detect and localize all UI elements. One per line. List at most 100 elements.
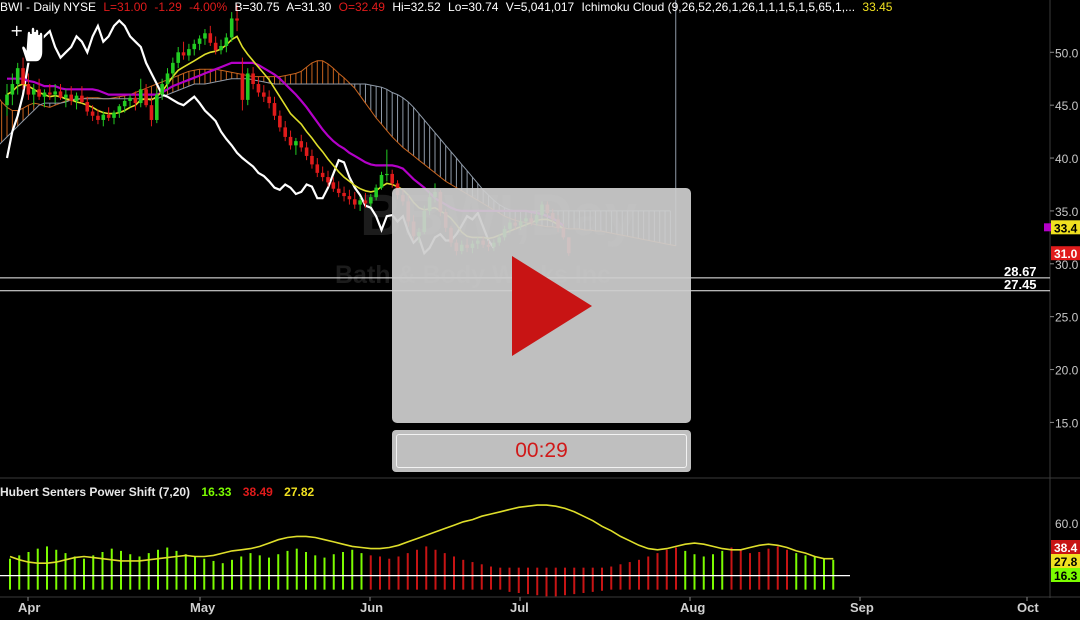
bid-price: B=30.75 <box>234 0 280 14</box>
candle-body <box>262 92 266 97</box>
candle-body <box>106 114 111 118</box>
candle-body <box>192 43 197 50</box>
play-icon[interactable] <box>512 256 592 356</box>
candle-body <box>203 33 207 39</box>
time-tick-label: Apr <box>18 600 40 615</box>
video-duration-box: 00:29 <box>392 430 691 472</box>
study-label: Ichimoku Cloud (9,26,52,26,1,26,1,1,1,5,… <box>581 0 856 14</box>
change-percent: -4.00% <box>189 0 228 14</box>
indicator-value-green: 16.33 <box>201 485 232 499</box>
time-tick-label: Jun <box>360 600 383 615</box>
candle-body <box>155 94 159 120</box>
candle-body <box>122 100 127 107</box>
candle-body <box>331 182 336 189</box>
candle-body <box>31 89 36 95</box>
candle-body <box>352 199 357 205</box>
candle-body <box>299 141 304 148</box>
candle-body <box>187 49 191 56</box>
indicator-value-yellow: 27.82 <box>284 485 315 499</box>
time-tick-label: Sep <box>850 600 874 615</box>
candle-body <box>229 18 234 38</box>
candle-body <box>374 187 378 198</box>
candle-body <box>197 38 202 44</box>
candle-body <box>385 173 389 176</box>
time-tick-label: Jul <box>510 600 529 615</box>
price-tick-label: 20.0 <box>1055 364 1079 378</box>
candle-body <box>320 172 325 178</box>
candle-body <box>101 114 106 120</box>
candle-body <box>181 52 186 56</box>
low-price: Lo=30.74 <box>448 0 499 14</box>
candle-body <box>112 112 116 118</box>
candle-body <box>315 164 320 173</box>
candle-body <box>219 45 223 51</box>
video-duration: 00:29 <box>515 439 568 462</box>
volume-value: V=5,041,017 <box>505 0 575 14</box>
price-tick-label: 35.0 <box>1055 205 1079 219</box>
candle-body <box>347 196 352 200</box>
candle-body <box>117 106 122 113</box>
candle-body <box>5 94 9 106</box>
candle-body <box>213 42 218 51</box>
high-price: Hi=32.52 <box>392 0 441 14</box>
candle-body <box>245 73 250 100</box>
video-overlay[interactable] <box>392 188 691 423</box>
candle-body <box>160 84 164 95</box>
svg-text:+: + <box>10 22 23 40</box>
candle-body <box>283 127 287 137</box>
price-tick-label: 15.0 <box>1055 416 1079 430</box>
candle-body <box>144 89 148 106</box>
candle-body <box>165 73 170 85</box>
candle-body <box>176 52 180 63</box>
candle-body <box>369 197 373 204</box>
study-value: 33.45 <box>862 0 893 14</box>
candle-body <box>53 91 57 95</box>
price-tick-label: 30.0 <box>1055 258 1079 272</box>
last-price: L=31.00 <box>103 0 148 14</box>
indicator-badge-label: 27.8 <box>1054 555 1078 569</box>
candle-body <box>64 94 68 98</box>
candle-body <box>80 95 84 102</box>
candle-body <box>326 177 330 183</box>
candle-body <box>48 92 52 95</box>
time-tick-label: May <box>190 600 216 615</box>
chart-stage: BBWI,DayBath & Body Works Inc 28.6727.45… <box>0 0 1080 620</box>
candle-body <box>37 89 41 97</box>
candle-body <box>310 155 314 165</box>
indicator-name: Hubert Senters Power Shift (7,20) <box>0 485 191 499</box>
price-tick-label: 45.0 <box>1055 99 1079 113</box>
time-tick-label: Aug <box>680 600 705 615</box>
price-tick-label: 40.0 <box>1055 152 1079 166</box>
candle-body <box>138 89 143 104</box>
candle-body <box>235 18 239 21</box>
candle-body <box>251 73 255 85</box>
candle-body <box>171 62 175 74</box>
candle-body <box>58 91 63 98</box>
hand-cursor-icon: + <box>8 21 52 73</box>
candle-body <box>69 94 73 101</box>
candle-body <box>90 111 95 116</box>
candle-body <box>149 105 154 120</box>
indicator-badge-label: 16.3 <box>1054 569 1078 583</box>
kijun-marker <box>1044 223 1051 232</box>
symbol-label: BWI - Daily NYSE <box>0 0 97 14</box>
time-tick-label: Oct <box>1017 600 1039 615</box>
candle-body <box>224 37 229 46</box>
candle-body <box>128 97 132 101</box>
candle-body <box>379 174 384 188</box>
price-badge-label: 33.4 <box>1054 221 1078 235</box>
chart-header: BWI - Daily NYSE L=31.00 -1.29 -4.00% B=… <box>0 0 896 14</box>
candle-body <box>133 97 138 104</box>
candle-body <box>272 103 277 116</box>
candle-body <box>42 92 47 97</box>
candle-body <box>256 84 261 93</box>
candle-body <box>363 200 368 204</box>
candle-body <box>390 173 394 184</box>
candle-body <box>342 192 346 197</box>
candle-body <box>240 73 245 100</box>
candle-body <box>358 200 362 205</box>
support-line-label: 27.45 <box>1004 277 1037 292</box>
candle-body <box>336 188 341 193</box>
price-tick-label: 50.0 <box>1055 46 1079 60</box>
indicator-tick-label: 60.0 <box>1055 517 1079 531</box>
